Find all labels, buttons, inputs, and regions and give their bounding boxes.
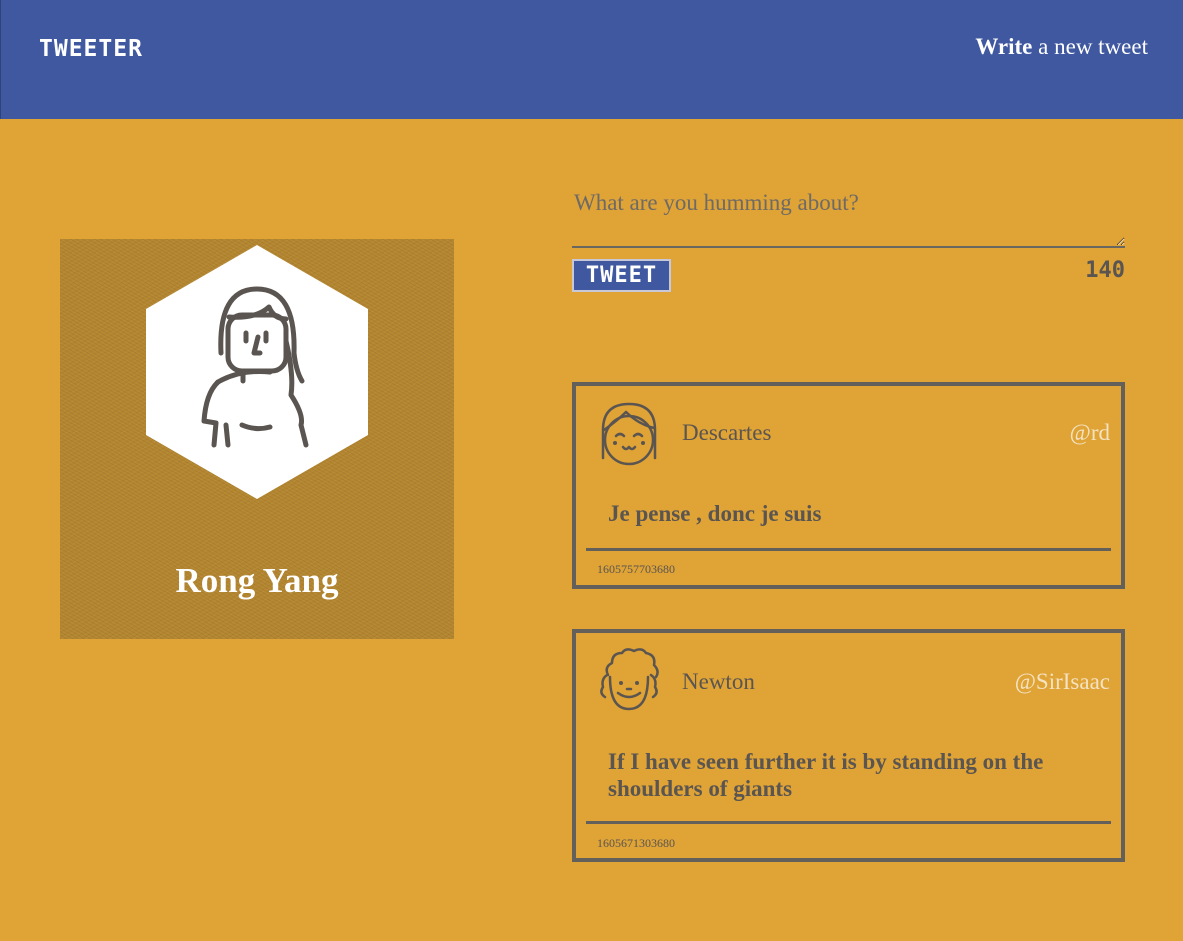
tweet-card: Descartes @rd Je pense , donc je suis 16… [572,382,1125,589]
write-new-tweet-link[interactable]: Write a new tweet [975,34,1148,60]
profile-name: Rong Yang [175,561,339,600]
write-link-bold: Write [975,34,1033,59]
char-counter: 140 [1085,258,1125,283]
tweet-button[interactable]: TWEET [572,259,671,292]
tweet-timestamp: 1605757703680 [597,562,675,576]
tweet-author-handle[interactable]: @rd [1070,420,1110,446]
woman-avatar-icon [146,245,368,499]
tweet-divider [586,548,1111,551]
tweet-author-handle[interactable]: @SirIsaac [1015,669,1110,695]
tweet-text: Je pense , donc je suis [608,501,822,526]
tweet-text: If I have seen further it is by standing… [608,749,1044,801]
tweet-divider [586,821,1111,824]
top-nav: TWEETER Write a new tweet [0,0,1183,119]
tweet-author-name: Newton [682,669,755,694]
curly-hair-man-avatar-icon [600,648,659,711]
profile-card: Rong Yang [60,239,454,639]
write-link-rest: a new tweet [1032,34,1148,59]
girl-avatar-icon [601,402,657,466]
tweet-author-name: Descartes [682,420,772,445]
brand-logo[interactable]: TWEETER [39,36,143,62]
tweet-timestamp: 1605671303680 [597,836,675,850]
tweet-card: Newton @SirIsaac If I have seen further … [572,629,1125,862]
tweet-input[interactable] [572,180,1125,248]
